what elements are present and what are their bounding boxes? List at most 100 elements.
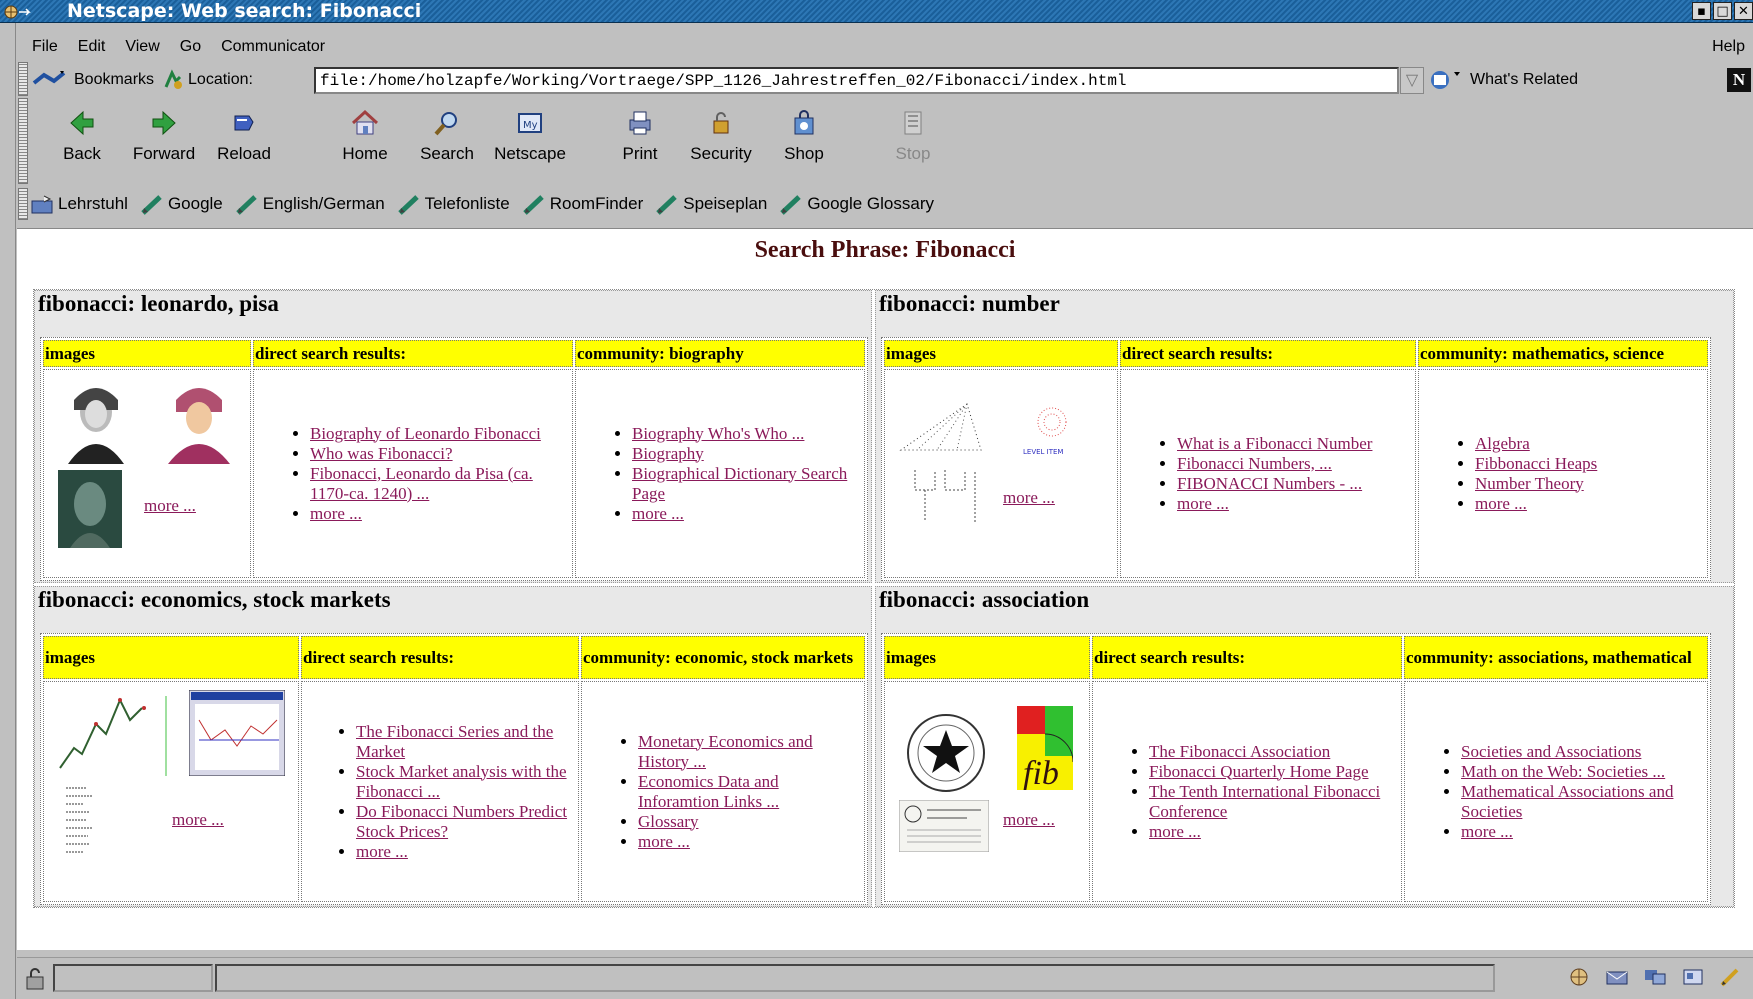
result-link[interactable]: Fibonacci Numbers, ... (1177, 454, 1332, 473)
minimize-button[interactable]: ▪ (1692, 2, 1711, 20)
community-cell: Monetary Economics and History ... Econo… (581, 681, 865, 902)
location-toolbar-grip[interactable] (18, 62, 28, 96)
back-button[interactable]: Back (42, 108, 122, 164)
number-diagram-image[interactable] (905, 466, 997, 526)
result-link[interactable]: Fibonacci, Leonardo da Pisa (ca. 1170-ca… (310, 464, 533, 503)
close-button[interactable]: ✕ (1734, 2, 1753, 20)
maximize-button[interactable]: □ (1713, 2, 1732, 20)
newsgroups-tray-icon[interactable] (1643, 966, 1667, 988)
result-more-link[interactable]: more ... (1149, 822, 1201, 841)
composer-tray-icon[interactable] (1719, 966, 1743, 988)
images-more-link[interactable]: more ... (1003, 810, 1055, 830)
reload-button[interactable]: Reload (204, 108, 284, 164)
community-link[interactable]: Monetary Economics and History ... (638, 732, 813, 771)
result-link[interactable]: Do Fibonacci Numbers Predict Stock Price… (356, 802, 567, 841)
images-more-link[interactable]: more ... (144, 496, 196, 516)
community-more-link[interactable]: more ... (632, 504, 684, 523)
fibonacci-portrait-image[interactable] (58, 378, 134, 464)
result-more-link[interactable]: more ... (310, 504, 362, 523)
number-spiral-image[interactable]: LEVEL ITEM (1017, 398, 1087, 458)
personal-item-lehrstuhl[interactable]: Lehrstuhl (30, 193, 128, 215)
location-button[interactable]: Location: (162, 69, 253, 91)
community-link[interactable]: Economics Data and Inforamtion Links ... (638, 772, 779, 811)
result-link[interactable]: The Tenth International Fibonacci Confer… (1149, 782, 1380, 821)
community-more-link[interactable]: more ... (1475, 494, 1527, 513)
result-more-link[interactable]: more ... (356, 842, 408, 861)
search-button[interactable]: Search (407, 108, 487, 164)
result-link[interactable]: Stock Market analysis with the Fibonacci… (356, 762, 567, 801)
community-link[interactable]: Biography (632, 444, 704, 463)
security-status-icon[interactable] (23, 967, 47, 991)
print-icon (629, 111, 651, 135)
search-icon (434, 112, 457, 136)
result-link[interactable]: The Fibonacci Association (1149, 742, 1330, 761)
community-link[interactable]: Societies and Associations (1461, 742, 1641, 761)
result-link[interactable]: FIBONACCI Numbers - ... (1177, 474, 1362, 493)
result-more-link[interactable]: more ... (1177, 494, 1229, 513)
personal-item-roomfinder[interactable]: RoomFinder (522, 193, 643, 215)
forward-button[interactable]: Forward (124, 108, 204, 164)
personal-toolbar-grip[interactable] (18, 188, 28, 220)
navigator-tray-icon[interactable] (1567, 966, 1591, 988)
url-dropdown-button[interactable]: ▽ (1400, 67, 1424, 94)
mail-tray-icon[interactable] (1605, 966, 1629, 988)
stock-software-screenshot-image[interactable] (189, 690, 285, 776)
number-triangle-image[interactable] (897, 400, 983, 456)
community-link[interactable]: Math on the Web: Societies ... (1461, 762, 1665, 781)
community-link[interactable]: Number Theory (1475, 474, 1584, 493)
images-more-link[interactable]: more ... (1003, 488, 1055, 508)
community-more-link[interactable]: more ... (1461, 822, 1513, 841)
stop-button[interactable]: Stop (873, 108, 953, 164)
fibonacci-color-portrait-image[interactable] (162, 378, 236, 464)
home-button[interactable]: Home (325, 108, 405, 164)
print-button[interactable]: Print (600, 108, 680, 164)
cluster-leonardo-pisa: fibonacci: leonardo, pisa images direct … (34, 290, 872, 583)
result-link[interactable]: What is a Fibonacci Number (1177, 434, 1372, 453)
page-content[interactable]: Search Phrase: Fibonacci fibonacci: leon… (17, 228, 1753, 950)
fibonacci-statue-image[interactable] (58, 470, 122, 548)
personal-item-speiseplan[interactable]: Speiseplan (655, 193, 767, 215)
bookmarks-button[interactable]: Bookmarks (30, 69, 154, 91)
menu-help[interactable]: Help (1712, 38, 1745, 56)
community-link[interactable]: Biographical Dictionary Search Page (632, 464, 847, 503)
personal-item-google[interactable]: Google (140, 193, 223, 215)
shop-button[interactable]: Shop (764, 108, 844, 164)
community-link[interactable]: Fibbonacci Heaps (1475, 454, 1597, 473)
association-seal-image[interactable] (903, 710, 989, 796)
menu-edit[interactable]: Edit (78, 38, 106, 56)
community-link[interactable]: Algebra (1475, 434, 1530, 453)
nav-toolbar-grip[interactable] (18, 98, 28, 184)
stock-data-listing-image[interactable] (62, 782, 102, 856)
quarterly-journal-image[interactable] (899, 800, 989, 852)
bookmark-link-icon (141, 195, 162, 215)
community-list: Biography Who's Who ... Biography Biogra… (576, 424, 864, 524)
community-link[interactable]: Mathematical Associations and Societies (1461, 782, 1673, 821)
my-netscape-icon: My (518, 113, 542, 133)
fib-logo-image[interactable]: fib (1017, 706, 1073, 790)
images-more-link[interactable]: more ... (172, 810, 224, 830)
images-cell: LEVEL ITEM more ... (884, 369, 1118, 578)
result-link[interactable]: Who was Fibonacci? (310, 444, 453, 463)
menu-communicator[interactable]: Communicator (221, 38, 325, 56)
personal-item-telefonliste[interactable]: Telefonliste (397, 193, 510, 215)
community-link[interactable]: Biography Who's Who ... (632, 424, 804, 443)
stock-chart-image[interactable] (56, 688, 184, 776)
address-book-tray-icon[interactable] (1681, 966, 1705, 988)
personal-item-english-german[interactable]: English/German (235, 193, 385, 215)
menu-file[interactable]: File (32, 38, 58, 56)
netscape-button[interactable]: My Netscape (490, 108, 570, 164)
netscape-window-icon[interactable] (3, 3, 31, 19)
security-button[interactable]: Security (681, 108, 761, 164)
menu-go[interactable]: Go (180, 38, 201, 56)
community-more-link[interactable]: more ... (638, 832, 690, 851)
window-title-bar[interactable]: Netscape: Web search: Fibonacci ▪ □ ✕ (0, 0, 1753, 23)
location-url-input[interactable]: file:/home/holzapfe/Working/Vortraege/SP… (314, 67, 1399, 94)
result-link[interactable]: Biography of Leonardo Fibonacci (310, 424, 541, 443)
result-link[interactable]: The Fibonacci Series and the Market (356, 722, 553, 761)
personal-item-google-glossary[interactable]: Google Glossary (779, 193, 934, 215)
result-link[interactable]: Fibonacci Quarterly Home Page (1149, 762, 1369, 781)
whats-related-button[interactable]: What's Related (1428, 69, 1578, 91)
community-link[interactable]: Glossary (638, 812, 698, 831)
netscape-logo[interactable]: N (1727, 68, 1751, 92)
menu-view[interactable]: View (125, 38, 159, 56)
